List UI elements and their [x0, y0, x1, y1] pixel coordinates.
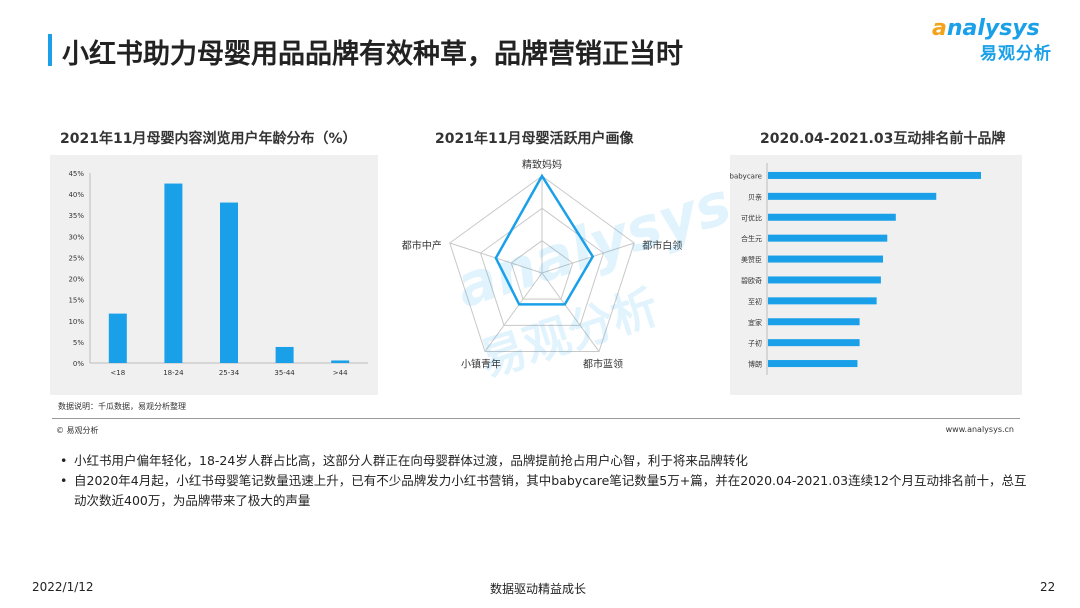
age-chart-panel: 0% 5% 10% 15% 20% 25% 30% 35% 40% 45% <18 18-24 25-3…	[50, 155, 378, 395]
brand-label: 宜家	[748, 318, 762, 327]
brand-label: 美赞臣	[741, 255, 762, 264]
radar-chart-title: 2021年11月母婴活跃用户画像	[435, 131, 634, 147]
x-tick-label: >44	[333, 369, 348, 377]
website-url: www.analysys.cn	[945, 425, 1014, 434]
age-bar	[275, 346, 294, 363]
brands-chart-title: 2020.04-2021.03互动排名前十品牌	[760, 131, 1006, 147]
brand-label: 贝亲	[748, 192, 762, 201]
radar-axis-label: 小镇青年	[461, 357, 501, 370]
brand-bar	[768, 213, 896, 221]
brand-label: 合生元	[741, 234, 762, 243]
copyright-text: © 易观分析	[56, 426, 99, 435]
insight-item: 自2020年4月起，小红书母婴笔记数量迅速上升，已有不少品牌发力小红书营销，其中…	[58, 471, 1038, 511]
brand-bar	[768, 360, 858, 368]
y-tick-label: 0%	[73, 360, 84, 368]
radar-spoke	[541, 272, 600, 352]
brand-label: babycare	[730, 172, 762, 180]
y-tick-label: 35%	[68, 212, 84, 220]
y-tick-label: 40%	[68, 191, 84, 199]
brand-label: 至初	[748, 297, 762, 306]
data-source-note: 数据说明：千瓜数据，易观分析整理	[58, 402, 186, 411]
brand-label: 碧欧奇	[741, 276, 762, 285]
y-tick-label: 15%	[68, 297, 84, 305]
age-bar	[220, 202, 238, 363]
brand-bar	[768, 255, 884, 263]
brand-label: 子初	[748, 339, 762, 348]
y-tick-label: 20%	[68, 276, 84, 284]
age-bar	[164, 183, 183, 363]
logo-letter-a: a	[932, 16, 947, 41]
brand-bar	[768, 276, 881, 284]
divider	[52, 418, 1020, 419]
brands-chart-panel: babycare 贝亲可优比合生元美赞臣碧欧奇至初宜家子初博朗	[730, 155, 1022, 395]
y-tick-label: 5%	[73, 339, 84, 347]
x-tick-label: 35-44	[274, 369, 295, 377]
age-bar	[108, 313, 127, 363]
page-number: 22	[1040, 580, 1056, 594]
y-tick-label: 30%	[68, 233, 84, 241]
brand-bar	[768, 318, 860, 326]
logo-chinese-name: 易观分析	[980, 44, 1052, 64]
x-tick-label: <18	[110, 369, 125, 377]
logo-wordmark: nalysys	[946, 16, 1040, 41]
y-tick-label: 10%	[68, 318, 84, 326]
brand-bar	[768, 171, 981, 179]
age-bar-chart: 0% 5% 10% 15% 20% 25% 30% 35% 40% 45% <18 18-24 25-3…	[68, 170, 368, 377]
radar-series	[494, 173, 595, 306]
brand-bar	[768, 234, 888, 242]
x-tick-label: 25-34	[219, 369, 240, 377]
radar-spoke	[484, 272, 543, 352]
age-bar	[331, 360, 350, 363]
age-chart-title: 2021年11月母婴内容浏览用户年龄分布（%）	[60, 131, 357, 147]
brand-label: 可优比	[741, 213, 762, 222]
radar-chart: 精致妈妈都市白领都市蓝领 小镇青年 都市中产	[402, 158, 683, 370]
insight-list: 小红书用户偏年轻化，18-24岁人群占比高，这部分人群正在向母婴群体过渡，品牌提…	[58, 451, 1038, 511]
brands-bar-chart: babycare 贝亲可优比合生元美赞臣碧欧奇至初宜家子初博朗	[730, 163, 981, 375]
y-tick-label: 25%	[68, 254, 84, 262]
radar-axis-label: 都市白领	[642, 239, 682, 252]
insight-item: 小红书用户偏年轻化，18-24岁人群占比高，这部分人群正在向母婴群体过渡，品牌提…	[58, 451, 1038, 471]
brand-bar	[768, 297, 877, 305]
x-tick-label: 18-24	[163, 369, 184, 377]
radar-axis-label: 都市中产	[402, 239, 442, 252]
title-accent-bar	[48, 34, 52, 66]
brand-bar	[768, 339, 860, 347]
page-title: 小红书助力母婴用品品牌有效种草，品牌营销正当时	[62, 39, 683, 70]
radar-axis-label: 精致妈妈	[522, 158, 562, 171]
footer-slogan: 数据驱动精益成长	[490, 582, 587, 596]
brand-bar	[768, 192, 937, 200]
brand-label: 博朗	[748, 360, 762, 369]
analysys-logo: analysys 易观分析	[932, 16, 1052, 72]
footer-date: 2022/1/12	[32, 580, 94, 594]
radar-axis-label: 都市蓝领	[583, 357, 623, 370]
y-tick-label: 45%	[68, 170, 84, 178]
